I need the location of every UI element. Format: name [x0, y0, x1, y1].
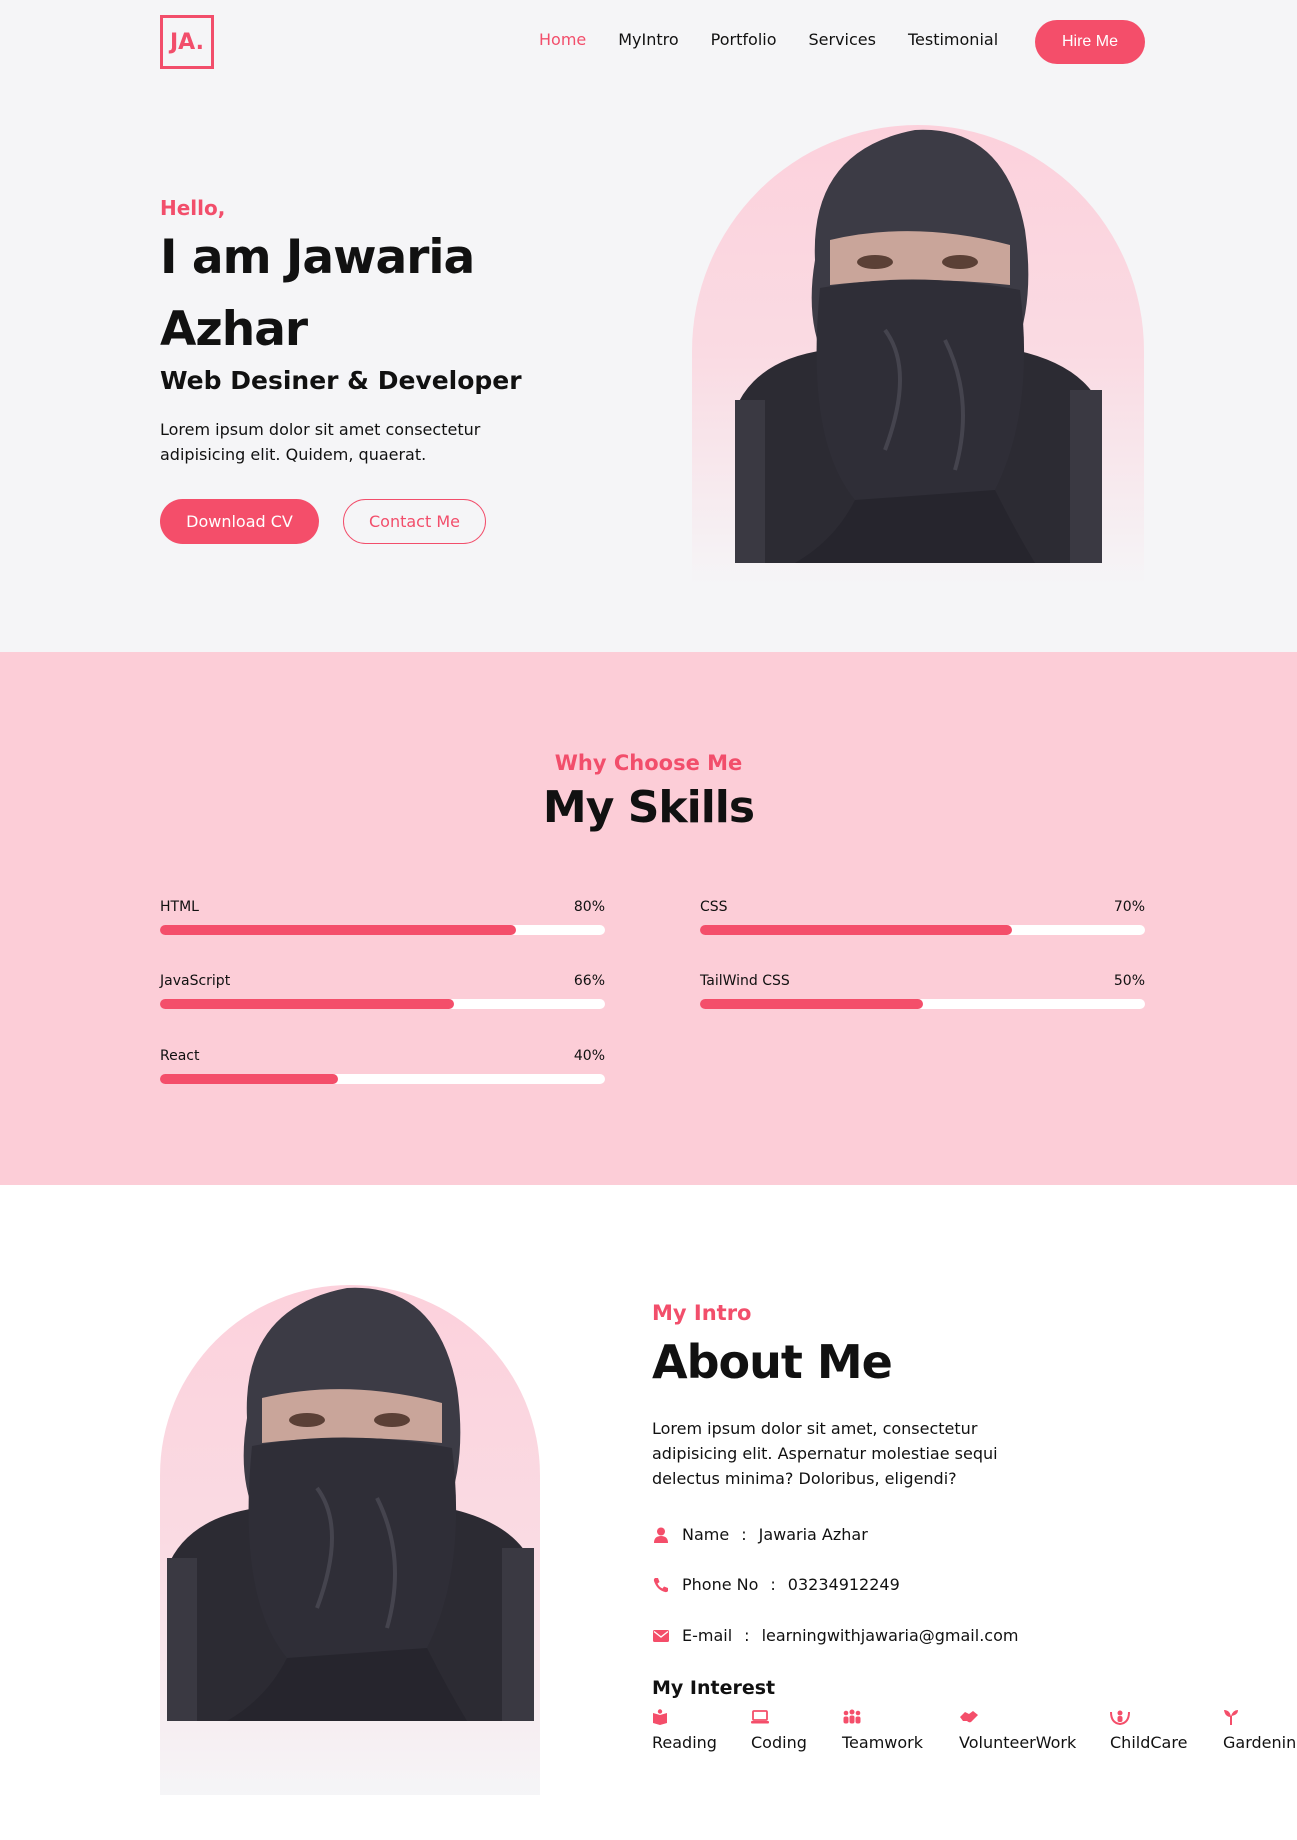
- interest-childcare: ChildCare: [1110, 1709, 1187, 1752]
- info-label: Phone No: [682, 1575, 759, 1594]
- info-phone: Phone No : 03234912249: [652, 1575, 900, 1594]
- nav-myintro[interactable]: MyIntro: [618, 30, 678, 49]
- skill-percent: 50%: [1113, 973, 1145, 989]
- skill-html: HTML 80%: [160, 899, 605, 943]
- interest-label: Teamwork: [842, 1733, 924, 1752]
- about-eyebrow: My Intro: [652, 1301, 752, 1325]
- skill-progress-bar: [160, 999, 605, 1009]
- skill-progress-fill: [160, 1074, 338, 1084]
- skill-progress-bar: [160, 1074, 605, 1084]
- info-label: E-mail: [682, 1626, 733, 1645]
- nav-home[interactable]: Home: [539, 30, 586, 49]
- skill-progress-fill: [160, 999, 454, 1009]
- interest-volunteerwork: VolunteerWork: [959, 1709, 1076, 1752]
- skill-percent: 40%: [573, 1048, 605, 1064]
- info-value: Jawaria Azhar: [758, 1525, 868, 1544]
- skills-section: Why Choose Me My Skills HTML 80% CSS 70%…: [0, 652, 1297, 1185]
- about-section: My Intro About Me Lorem ipsum dolor sit …: [0, 1185, 1297, 1840]
- info-name: Name : Jawaria Azhar: [652, 1525, 868, 1544]
- nav-services[interactable]: Services: [809, 30, 876, 49]
- skill-react: React 40%: [160, 1048, 605, 1092]
- skill-name: JavaScript: [160, 973, 231, 989]
- skills-eyebrow: Why Choose Me: [554, 751, 743, 775]
- logo[interactable]: JA.: [160, 15, 214, 69]
- book-icon: [652, 1709, 668, 1725]
- skill-name: TailWind CSS: [700, 973, 790, 989]
- skills-title: My Skills: [542, 782, 755, 833]
- info-value: learningwithjawaria@gmail.com: [761, 1626, 1019, 1645]
- hero-description: Lorem ipsum dolor sit amet consectetur a…: [160, 420, 481, 464]
- download-cv-button[interactable]: Download CV: [160, 499, 319, 544]
- skill-progress-fill: [160, 925, 516, 935]
- laptop-icon: [751, 1709, 769, 1725]
- handshake-icon: [959, 1709, 978, 1725]
- people-icon: [842, 1709, 861, 1725]
- skill-css: CSS 70%: [700, 899, 1145, 943]
- nav-portfolio[interactable]: Portfolio: [711, 30, 777, 49]
- skill-progress-bar: [700, 999, 1145, 1009]
- interest-label: Gardenin: [1223, 1733, 1297, 1752]
- main-nav: Home MyIntro Portfolio Services Testimon…: [539, 30, 1030, 49]
- skill-name: CSS: [700, 899, 728, 915]
- interest-label: Reading: [652, 1733, 717, 1752]
- hero-name: I am Jawaria Azhar: [160, 230, 475, 357]
- skill-percent: 66%: [573, 973, 605, 989]
- hero-role: Web Desiner & Developer: [160, 366, 522, 395]
- interest-reading: Reading: [652, 1709, 717, 1752]
- about-title: About Me: [652, 1335, 893, 1389]
- info-separator: :: [744, 1626, 750, 1645]
- nav-testimonial[interactable]: Testimonial: [908, 30, 998, 49]
- info-value: 03234912249: [787, 1575, 900, 1594]
- skill-name: React: [160, 1048, 200, 1064]
- skill-progress-bar: [160, 925, 605, 935]
- hire-me-button[interactable]: Hire Me: [1035, 20, 1145, 64]
- user-icon: [652, 1527, 670, 1543]
- skill-percent: 80%: [573, 899, 605, 915]
- info-separator: :: [741, 1525, 747, 1544]
- info-separator: :: [770, 1575, 776, 1594]
- skill-progress-fill: [700, 925, 1012, 935]
- interest-label: Coding: [751, 1733, 807, 1752]
- about-description: Lorem ipsum dolor sit amet, consectetur …: [652, 1419, 998, 1488]
- interest-coding: Coding: [751, 1709, 807, 1752]
- interest-teamwork: Teamwork: [842, 1709, 923, 1752]
- child-icon: [1110, 1709, 1130, 1726]
- hero-portrait-photo: [735, 110, 1102, 563]
- skill-name: HTML: [160, 899, 199, 915]
- skill-javascript: JavaScript 66%: [160, 973, 605, 1017]
- info-label: Name: [682, 1525, 730, 1544]
- hero-section: JA. Home MyIntro Portfolio Services Test…: [0, 0, 1297, 652]
- about-portrait-photo: [167, 1268, 534, 1721]
- skill-progress-bar: [700, 925, 1145, 935]
- contact-me-button[interactable]: Contact Me: [343, 499, 486, 544]
- skill-tailwind: TailWind CSS 50%: [700, 973, 1145, 1017]
- skill-progress-fill: [700, 999, 923, 1009]
- interest-label: VolunteerWork: [959, 1733, 1077, 1752]
- seedling-icon: [1223, 1709, 1239, 1725]
- interest-title: My Interest: [652, 1677, 776, 1699]
- info-email: E-mail : learningwithjawaria@gmail.com: [652, 1626, 1018, 1645]
- envelope-icon: [652, 1628, 670, 1644]
- interest-gardening: Gardenin: [1223, 1709, 1297, 1752]
- phone-icon: [652, 1577, 670, 1593]
- interest-label: ChildCare: [1110, 1733, 1188, 1752]
- hero-greeting: Hello,: [160, 196, 226, 220]
- skill-percent: 70%: [1113, 899, 1145, 915]
